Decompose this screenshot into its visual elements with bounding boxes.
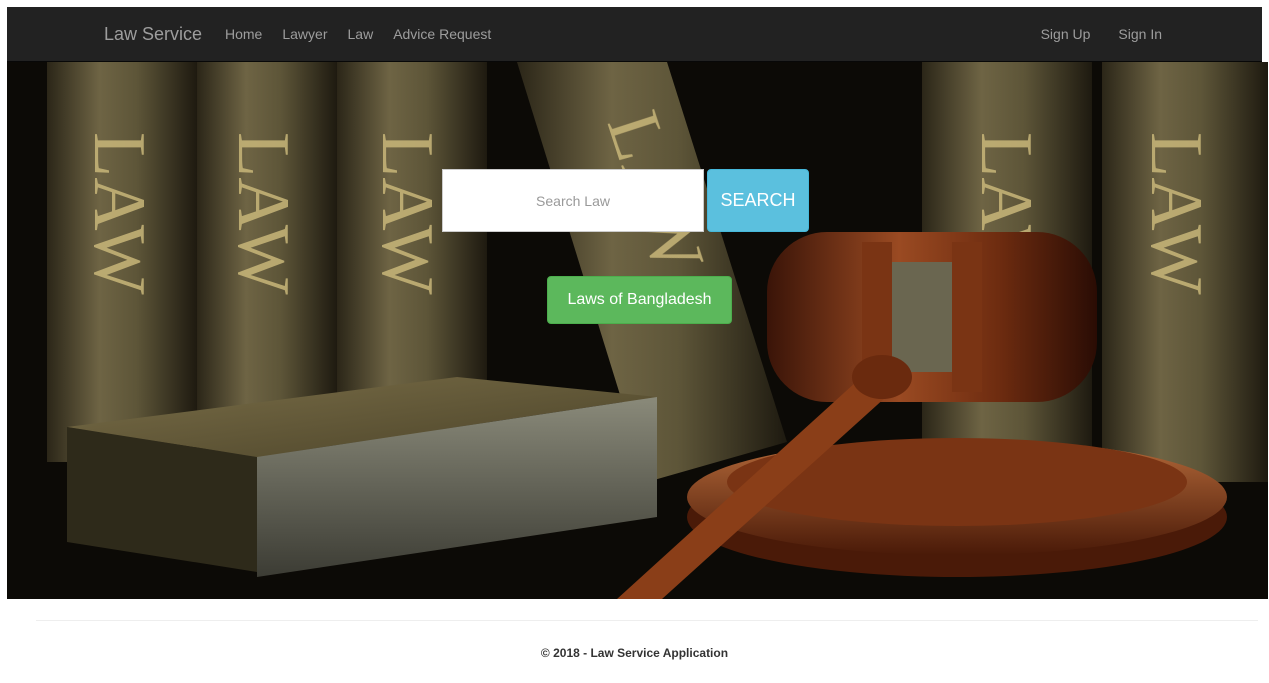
nav-left-menu: Home Lawyer Law Advice Request <box>225 7 501 61</box>
spine-label: LAW <box>78 132 160 295</box>
spine-label: LAW <box>1135 132 1217 295</box>
law-books-gavel-image: LAW LAW LAW LAW LAW LAW <box>7 62 1268 599</box>
nav-advice-request-link[interactable]: Advice Request <box>383 7 501 61</box>
footer-divider <box>36 620 1258 621</box>
brand-link[interactable]: Law Service <box>104 7 202 61</box>
spine-label: LAW <box>222 132 304 295</box>
laws-of-bangladesh-button[interactable]: Laws of Bangladesh <box>547 276 732 324</box>
top-navbar: Law Service Home Lawyer Law Advice Reque… <box>7 7 1262 62</box>
spine-label: LAW <box>366 132 448 295</box>
sign-in-link[interactable]: Sign In <box>1090 7 1162 61</box>
search-button[interactable]: SEARCH <box>707 169 809 232</box>
hero-banner: LAW LAW LAW LAW LAW LAW SEARCH Laws of B… <box>7 62 1268 599</box>
sign-up-link[interactable]: Sign Up <box>1013 7 1091 61</box>
nav-home-link[interactable]: Home <box>225 7 272 61</box>
nav-law-link[interactable]: Law <box>338 7 384 61</box>
nav-right-menu: Sign Up Sign In <box>1013 7 1162 61</box>
search-law-input[interactable] <box>442 169 704 232</box>
nav-lawyer-link[interactable]: Lawyer <box>272 7 337 61</box>
footer-copyright: © 2018 - Law Service Application <box>540 646 729 660</box>
